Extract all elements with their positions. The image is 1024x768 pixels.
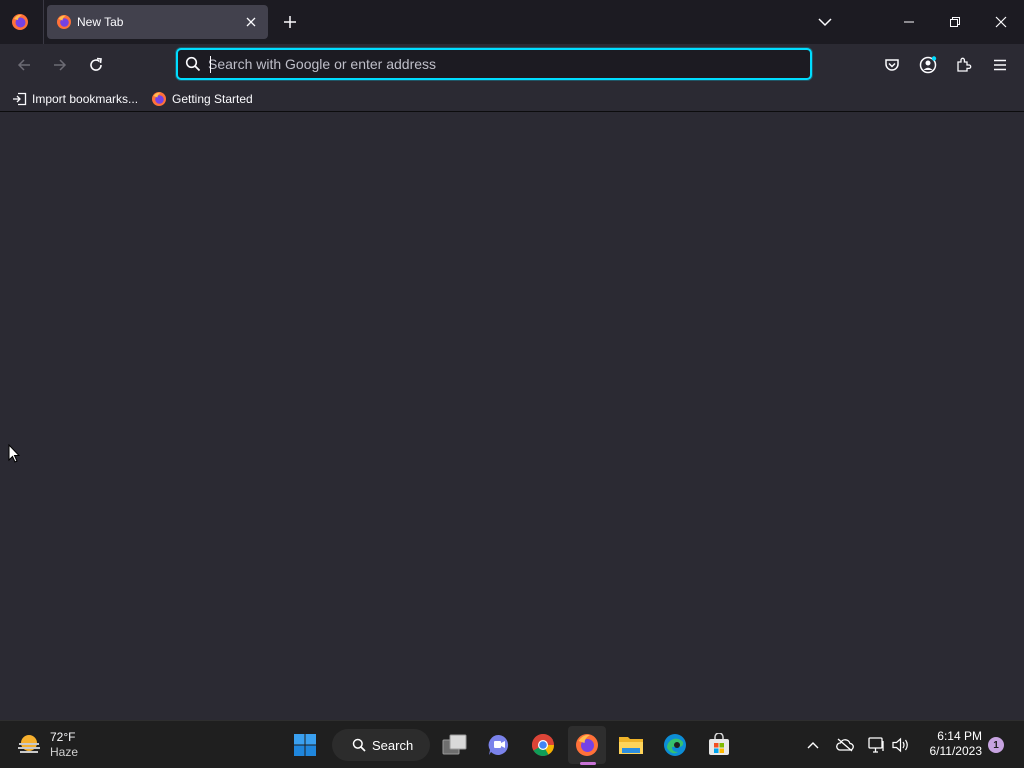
volume-button[interactable] bbox=[888, 731, 914, 759]
system-clock[interactable]: 6:14 PM 6/11/2023 bbox=[918, 729, 983, 759]
network-button[interactable] bbox=[864, 731, 890, 759]
forward-button[interactable] bbox=[46, 51, 74, 79]
address-bar[interactable] bbox=[176, 48, 812, 80]
edge-icon bbox=[664, 734, 686, 756]
show-hidden-icons-button[interactable] bbox=[800, 731, 826, 759]
close-icon bbox=[995, 16, 1007, 28]
bookmark-getting-started[interactable]: Getting Started bbox=[151, 90, 253, 108]
task-view-icon bbox=[442, 734, 467, 755]
close-tab-button[interactable] bbox=[243, 14, 259, 30]
firefox-icon bbox=[57, 15, 71, 29]
bookmarks-toolbar: Import bookmarks... Getting Started bbox=[0, 86, 1024, 112]
tab-bar: New Tab bbox=[0, 0, 1024, 44]
navigation-toolbar bbox=[0, 44, 1024, 86]
task-view-button[interactable] bbox=[436, 726, 474, 764]
firefox-icon bbox=[576, 734, 598, 756]
minimize-button[interactable] bbox=[886, 0, 932, 44]
arrow-left-icon bbox=[17, 59, 30, 71]
close-window-button[interactable] bbox=[978, 0, 1024, 44]
teams-chat-button[interactable] bbox=[480, 726, 518, 764]
cloud-offline-icon bbox=[836, 738, 854, 752]
edge-button[interactable] bbox=[656, 726, 694, 764]
search-icon bbox=[352, 738, 366, 752]
tab-separator bbox=[43, 0, 44, 44]
arrow-right-icon bbox=[54, 59, 67, 71]
active-app-indicator bbox=[580, 762, 596, 765]
new-tab-button[interactable] bbox=[279, 11, 301, 33]
app-menu-button[interactable] bbox=[986, 51, 1014, 79]
restore-button[interactable] bbox=[932, 0, 978, 44]
back-button[interactable] bbox=[10, 51, 38, 79]
restore-icon bbox=[950, 17, 960, 27]
taskbar-search-button[interactable]: Search bbox=[332, 729, 430, 761]
weather-widget[interactable]: 72°F Haze bbox=[16, 727, 78, 763]
weather-condition: Haze bbox=[50, 745, 79, 759]
chevron-down-icon bbox=[818, 18, 832, 27]
clock-date: 6/11/2023 bbox=[929, 744, 983, 758]
pocket-icon bbox=[885, 59, 899, 71]
tab-title: New Tab bbox=[77, 15, 124, 29]
chrome-icon bbox=[532, 733, 554, 756]
folder-icon bbox=[619, 737, 643, 754]
minimize-icon bbox=[904, 21, 914, 23]
account-icon bbox=[919, 56, 937, 74]
plus-icon bbox=[284, 16, 296, 28]
chat-icon bbox=[488, 734, 509, 755]
extensions-button[interactable] bbox=[950, 51, 978, 79]
start-button[interactable] bbox=[286, 726, 324, 764]
firefox-taskbar-button[interactable] bbox=[568, 726, 606, 764]
pocket-button[interactable] bbox=[878, 51, 906, 79]
reload-button[interactable] bbox=[82, 51, 110, 79]
page-content bbox=[0, 113, 1024, 720]
account-button[interactable] bbox=[914, 51, 942, 79]
bookmark-label: Import bookmarks... bbox=[32, 92, 139, 106]
file-explorer-button[interactable] bbox=[612, 726, 650, 764]
clock-time: 6:14 PM bbox=[937, 729, 982, 743]
haze-weather-icon bbox=[18, 735, 40, 753]
close-icon bbox=[246, 17, 256, 27]
taskbar-search-label: Search bbox=[372, 737, 414, 753]
onedrive-button[interactable] bbox=[832, 731, 858, 759]
weather-temperature: 72°F bbox=[50, 730, 76, 744]
reload-icon bbox=[90, 57, 102, 71]
address-input[interactable] bbox=[208, 53, 798, 75]
firefox-icon bbox=[152, 92, 166, 106]
microsoft-store-button[interactable] bbox=[700, 726, 738, 764]
cursor-icon bbox=[8, 443, 21, 463]
chrome-button[interactable] bbox=[524, 726, 562, 764]
firefox-icon bbox=[12, 14, 28, 30]
puzzle-piece-icon bbox=[957, 57, 972, 72]
search-icon bbox=[185, 56, 201, 72]
store-icon bbox=[709, 733, 729, 755]
bookmark-import[interactable]: Import bookmarks... bbox=[12, 90, 138, 108]
bookmark-label: Getting Started bbox=[172, 92, 253, 106]
import-icon bbox=[13, 92, 27, 106]
tab-new-tab[interactable]: New Tab bbox=[47, 5, 268, 39]
speaker-icon bbox=[892, 737, 908, 753]
firefox-view-button[interactable] bbox=[6, 8, 34, 36]
text-caret bbox=[210, 56, 211, 73]
taskbar: 72°F Haze Search 6:14 PM 6/11/2023 1 bbox=[0, 720, 1024, 768]
chevron-up-icon bbox=[807, 742, 819, 749]
notification-badge[interactable]: 1 bbox=[988, 737, 1004, 753]
list-all-tabs-button[interactable] bbox=[814, 11, 836, 33]
mouse-pointer bbox=[8, 443, 21, 468]
hamburger-menu-icon bbox=[994, 59, 1006, 71]
network-icon bbox=[868, 737, 884, 753]
windows-logo-icon bbox=[294, 734, 316, 756]
